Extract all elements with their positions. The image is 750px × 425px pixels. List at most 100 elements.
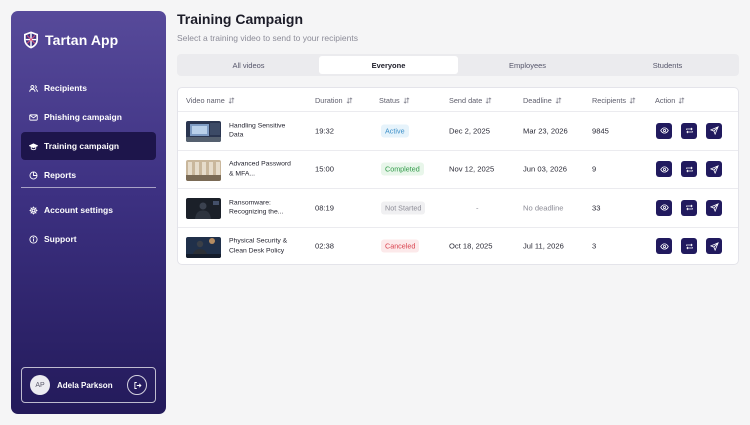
eye-icon [659,127,669,134]
audience-tabs: All videos Everyone Employees Students [177,54,739,76]
duration-cell: 02:38 [315,241,335,251]
sidebar-item-label: Support [44,234,77,244]
logout-icon [133,381,142,389]
send-date-cell: - [476,203,479,213]
tab-students[interactable]: Students [598,56,737,74]
send-icon [709,241,719,251]
resend-button[interactable] [681,238,697,255]
recipients-cell: 9 [592,164,597,174]
send-date-cell: Oct 18, 2025 [449,241,493,251]
recipients-cell: 3 [592,241,597,251]
logout-button[interactable] [127,375,147,395]
graduation-cap-icon [29,142,38,150]
video-name: Handling Sensitive Data [229,122,286,139]
sidebar-item-label: Reports [44,170,77,180]
sort-icon [346,97,352,104]
resend-button[interactable] [681,199,697,216]
column-header-recipients[interactable]: Recipients [592,96,636,105]
sort-icon [485,97,492,104]
status-badge: Not Started [381,201,426,215]
video-thumbnail [186,159,221,181]
view-button[interactable] [656,199,672,216]
duration-cell: 15:00 [315,164,335,174]
send-icon [709,203,719,213]
table-row[interactable]: Ransomware: Recognizing the... 08:19 Not… [178,188,738,227]
video-name: Physical Security & Clean Desk Policy [229,237,288,255]
sidebar-item-phishing-campaign[interactable]: Phishing campaign [21,103,156,131]
sidebar-item-label: Recipients [44,83,87,93]
shield-logo-icon [24,31,38,49]
table-row[interactable]: Handling Sensitive Data 19:32 Active Dec… [178,111,738,150]
status-badge: Completed [381,162,424,176]
column-header-video-name[interactable]: Video name [186,96,235,105]
sort-icon [629,97,636,104]
status-badge: Active [381,124,409,138]
view-button[interactable] [656,238,672,255]
gear-icon [29,206,38,214]
user-card: AP Adela Parkson [21,367,156,403]
video-name: Advanced Password & MFA... [229,160,291,178]
send-date-cell: Nov 12, 2025 [449,164,495,174]
duration-cell: 19:32 [315,126,335,136]
sort-icon [555,97,562,104]
table-row[interactable]: Physical Security & Clean Desk Policy 02… [178,226,738,265]
send-button[interactable] [706,122,722,139]
mail-icon [29,113,38,121]
sidebar-item-recipients[interactable]: Recipients [21,74,156,102]
sidebar: Tartan App Recipients Phishing campaign … [11,11,166,414]
resend-button[interactable] [681,122,697,139]
tab-all-videos[interactable]: All videos [179,56,318,74]
sidebar-item-label: Training campaign [44,141,120,151]
video-name: Ransomware: Recognizing the... [229,199,284,216]
column-header-status[interactable]: Status [379,96,410,105]
page-subtitle: Select a training video to send to your … [177,33,358,43]
send-button[interactable] [706,199,722,216]
send-icon [709,126,719,136]
deadline-cell: No deadline [523,203,564,213]
avatar[interactable]: AP [30,375,50,395]
info-icon [29,234,38,244]
column-header-send-date[interactable]: Send date [449,96,492,105]
view-button[interactable] [656,161,672,178]
sidebar-item-reports[interactable]: Reports [21,161,156,189]
repeat-icon [685,127,693,134]
repeat-icon [685,204,693,211]
resend-button[interactable] [681,161,697,178]
tab-employees[interactable]: Employees [458,56,597,74]
column-header-deadline[interactable]: Deadline [523,96,562,105]
eye-icon [659,166,669,173]
eye-icon [659,243,669,250]
sidebar-item-training-campaign[interactable]: Training campaign [21,132,156,160]
sort-icon [678,97,685,104]
eye-icon [659,204,669,211]
send-button[interactable] [706,238,722,255]
video-thumbnail [186,198,221,219]
video-thumbnail [186,121,221,142]
column-header-action[interactable]: Action [655,96,685,105]
tab-everyone[interactable]: Everyone [319,56,458,74]
page-title: Training Campaign [177,11,304,27]
deadline-cell: Mar 23, 2026 [523,126,568,136]
users-icon [29,84,38,92]
video-thumbnail [186,236,221,258]
sort-icon [403,97,410,104]
view-button[interactable] [656,122,672,139]
deadline-cell: Jul 11, 2026 [523,241,564,251]
send-button[interactable] [706,161,722,178]
status-badge: Canceled [381,239,420,253]
repeat-icon [685,243,693,250]
duration-cell: 08:19 [315,203,335,213]
repeat-icon [685,166,693,173]
column-header-duration[interactable]: Duration [315,96,353,105]
deadline-cell: Jun 03, 2026 [523,164,567,174]
sidebar-item-label: Phishing campaign [44,112,122,122]
send-icon [709,164,719,174]
recipients-cell: 33 [592,203,601,213]
pie-chart-icon [29,171,38,179]
sidebar-divider [21,187,156,188]
sidebar-item-account-settings[interactable]: Account settings [21,196,156,224]
table-row[interactable]: Advanced Password & MFA... 15:00 Complet… [178,149,738,189]
sidebar-item-support[interactable]: Support [21,225,156,253]
sidebar-item-label: Account settings [44,205,113,215]
brand[interactable]: Tartan App [23,31,118,49]
